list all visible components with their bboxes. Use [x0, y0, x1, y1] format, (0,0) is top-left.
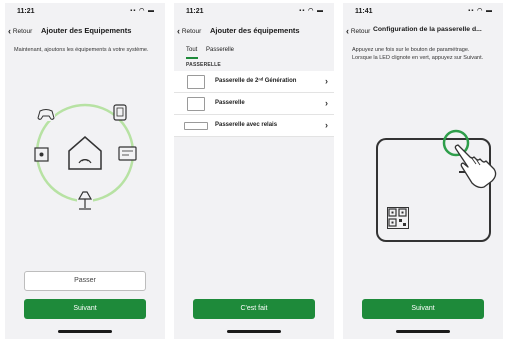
status-icons: ▪▪ ◠ ▬ [468, 8, 493, 14]
back-label: Retour [181, 28, 202, 35]
list-item[interactable]: Passerelle › [174, 93, 334, 115]
list-item[interactable]: Passerelle de 2ⁿᵈ Génération › [174, 71, 334, 93]
devices-diagram [34, 103, 137, 211]
chevron-right-icon: › [325, 76, 328, 86]
screen-add-equipment: 11:21 ▪▪ ◠ ▬ ‹ Retour Ajouter des Equipe… [5, 3, 165, 339]
gateway-relay-thumbnail [184, 122, 208, 130]
status-bar: 11:41 ▪▪ ◠ ▬ [343, 3, 503, 19]
chevron-right-icon: › [325, 120, 328, 130]
tab-gateway[interactable]: Passerelle [206, 47, 234, 53]
device-list: Passerelle de 2ⁿᵈ Génération › Passerell… [174, 71, 334, 137]
qr-code-icon [387, 207, 409, 229]
page-title: Configuration de la passerelle d... [373, 26, 482, 33]
hand-pointer-icon [454, 144, 497, 189]
home-indicator [227, 330, 281, 333]
status-icons: ▪▪ ◠ ▬ [299, 8, 324, 14]
chevron-right-icon: › [325, 98, 328, 108]
screen-device-list: 11:21 ▪▪ ◠ ▬ ‹ Retour Ajouter des équipe… [174, 3, 334, 339]
home-indicator [396, 330, 450, 333]
chevron-left-icon: ‹ [346, 26, 349, 36]
chevron-left-icon: ‹ [177, 26, 180, 36]
back-button[interactable]: ‹ Retour [177, 26, 201, 36]
status-time: 11:21 [186, 8, 204, 15]
page-description: Appuyez une fois sur le bouton de paramé… [352, 47, 484, 61]
list-item-label: Passerelle de 2ⁿᵈ Génération [215, 78, 297, 84]
next-button[interactable]: Suivant [362, 299, 484, 319]
list-item-label: Passerelle [215, 100, 245, 106]
cube-icon [34, 147, 49, 162]
gamepad-icon [37, 107, 55, 121]
active-tab-indicator [186, 57, 198, 59]
lamp-icon [77, 191, 93, 211]
press-button-illustration [442, 129, 497, 189]
page-title: Ajouter des équipements [210, 26, 300, 35]
list-item[interactable]: Passerelle avec relais › [174, 115, 334, 137]
smart-home-icon [67, 135, 103, 171]
screen-gateway-config: 11:41 ▪▪ ◠ ▬ ‹ Retour Configuration de l… [343, 3, 503, 339]
thermostat-icon [118, 146, 137, 161]
skip-button[interactable]: Passer [24, 271, 146, 291]
socket-icon [113, 104, 127, 121]
status-time: 11:41 [355, 8, 373, 15]
gateway-2nd-gen-thumbnail [187, 75, 205, 89]
tab-all[interactable]: Tout [186, 47, 197, 53]
done-button[interactable]: C'est fait [193, 299, 315, 319]
gateway-thumbnail [187, 97, 205, 111]
back-button[interactable]: ‹ Retour [346, 26, 370, 36]
list-item-label: Passerelle avec relais [215, 122, 278, 128]
next-button[interactable]: Suivant [24, 299, 146, 319]
section-header: PASSERELLE [186, 62, 221, 68]
back-label: Retour [350, 28, 371, 35]
home-indicator [58, 330, 112, 333]
nav-bar: ‹ Retour Configuration de la passerelle … [343, 23, 503, 41]
nav-bar: ‹ Retour Ajouter des équipements [174, 23, 334, 41]
status-bar: 11:21 ▪▪ ◠ ▬ [174, 3, 334, 19]
